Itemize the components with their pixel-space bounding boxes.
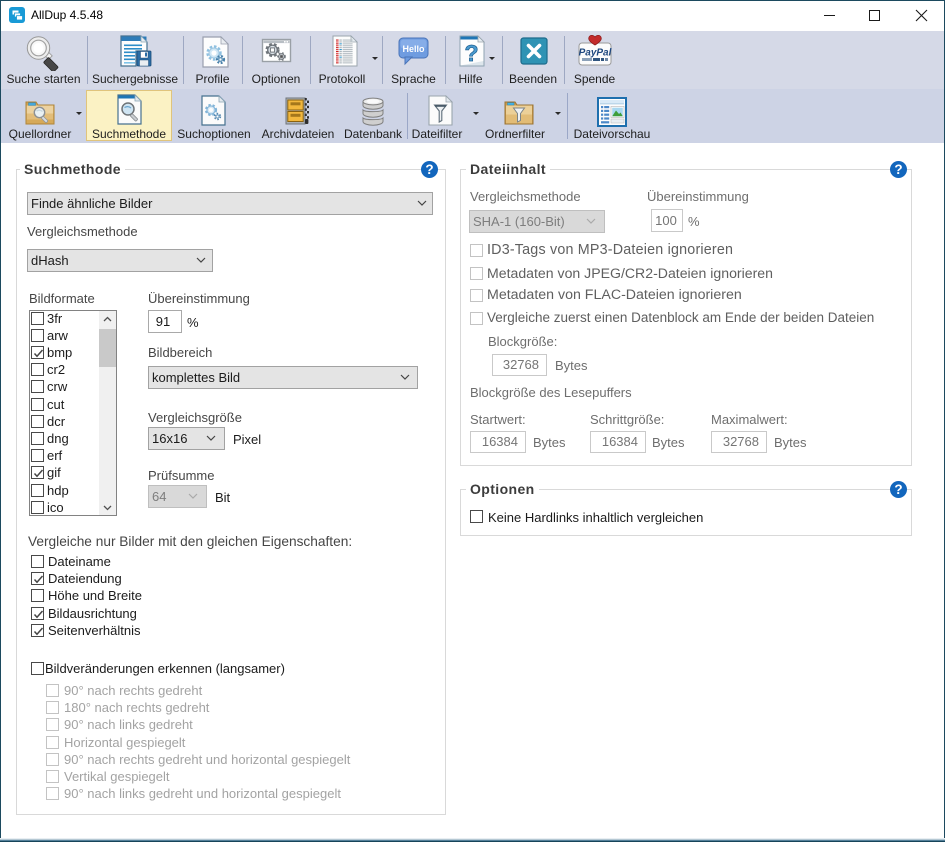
svg-text:PayPal: PayPal [579,48,612,59]
svg-text:?: ? [464,40,478,66]
svg-text:Hello: Hello [402,44,425,54]
